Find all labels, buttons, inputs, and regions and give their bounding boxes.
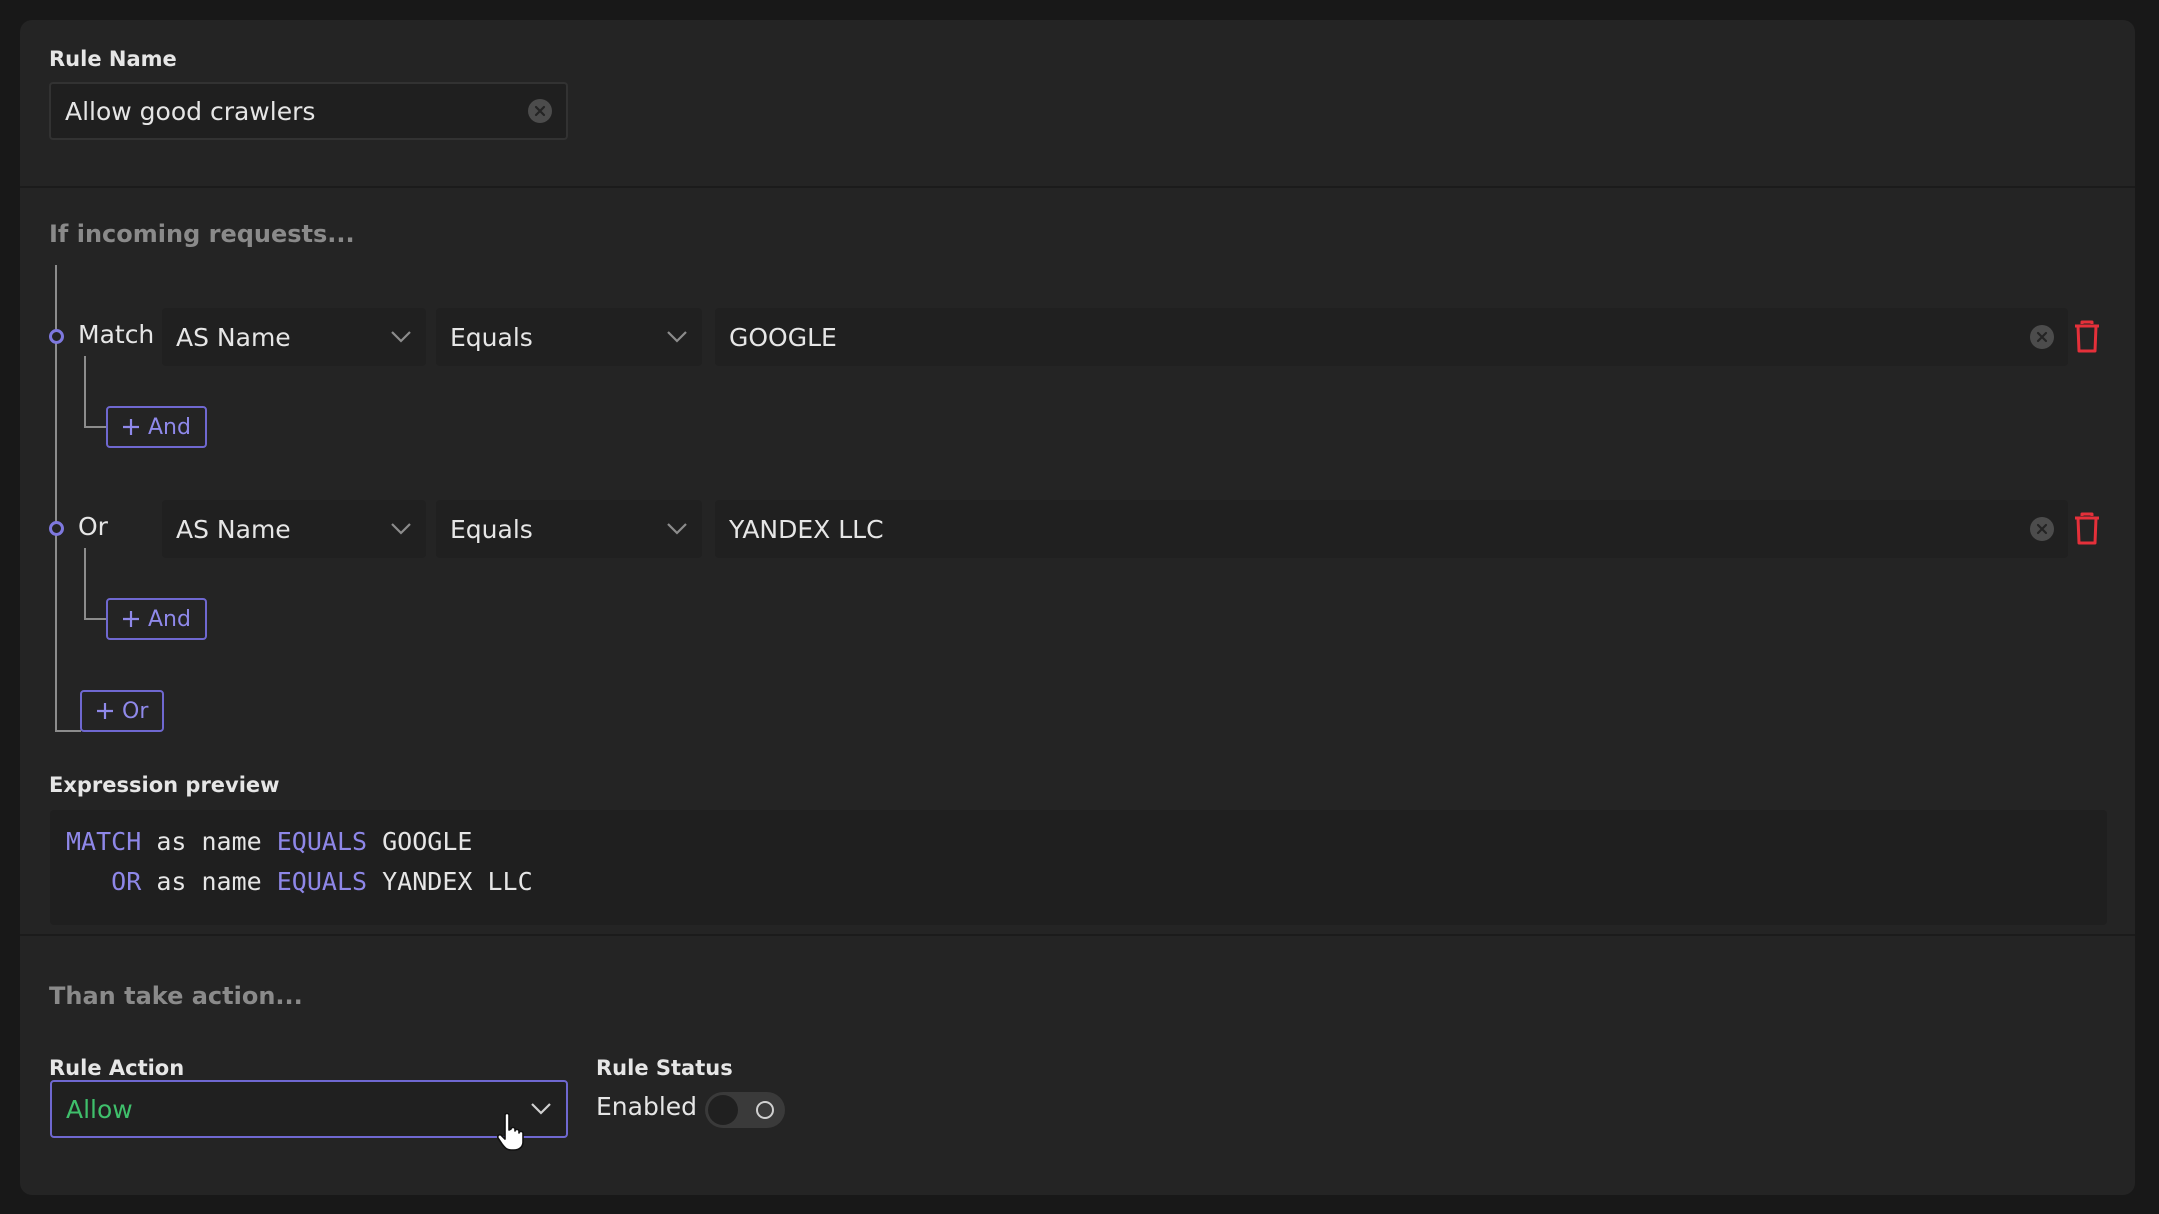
expression-operator: EQUALS — [276, 867, 368, 896]
add-and-button[interactable]: And — [106, 406, 207, 448]
add-or-label: Or — [122, 698, 149, 724]
expression-value: GOOGLE — [382, 827, 473, 856]
chevron-down-icon — [667, 523, 687, 535]
expression-line: MATCH as name EQUALS GOOGLE — [66, 822, 2091, 862]
conditions-heading: If incoming requests... — [49, 220, 355, 248]
expression-preview-label: Expression preview — [49, 773, 280, 797]
expression-field: as name — [156, 827, 262, 856]
plus-icon — [97, 703, 113, 719]
expression-value: YANDEX LLC — [382, 867, 533, 896]
condition-value-input[interactable]: GOOGLE — [715, 308, 2068, 366]
clear-icon[interactable] — [528, 99, 552, 123]
expression-preview: MATCH as name EQUALS GOOGLE OR as name E… — [50, 810, 2107, 925]
rule-name-value: Allow good crawlers — [65, 96, 316, 126]
condition-operator-value: Equals — [450, 322, 533, 352]
clear-icon[interactable] — [2030, 517, 2054, 541]
rule-status-toggle[interactable] — [705, 1092, 785, 1128]
trash-icon[interactable] — [2073, 320, 2101, 354]
chevron-down-icon — [667, 331, 687, 343]
plus-icon — [123, 611, 139, 627]
expression-line: OR as name EQUALS YANDEX LLC — [66, 862, 2091, 902]
tree-line — [84, 426, 106, 428]
condition-node-dot — [49, 521, 64, 536]
chevron-down-icon — [391, 523, 411, 535]
add-and-button[interactable]: And — [106, 598, 207, 640]
rule-status-value: Enabled — [596, 1092, 698, 1121]
rule-action-value: Allow — [66, 1094, 133, 1124]
rule-editor-card: Rule Name Allow good crawlers If incomin… — [20, 20, 2135, 1195]
toggle-knob — [708, 1095, 738, 1125]
condition-keyword: Or — [78, 512, 108, 541]
condition-operator-select[interactable]: Equals — [436, 308, 702, 366]
condition-value: YANDEX LLC — [729, 514, 884, 544]
expression-operator: EQUALS — [276, 827, 368, 856]
rule-name-label: Rule Name — [49, 47, 177, 71]
tree-line — [84, 356, 86, 428]
tree-line — [55, 730, 81, 732]
condition-operator-value: Equals — [450, 514, 533, 544]
condition-field-select[interactable]: AS Name — [162, 308, 426, 366]
rule-status-label: Rule Status — [596, 1056, 733, 1080]
toggle-off-indicator — [756, 1101, 774, 1119]
expression-keyword: OR — [111, 867, 142, 896]
condition-field-select[interactable]: AS Name — [162, 500, 426, 558]
action-heading: Than take action... — [49, 982, 303, 1010]
expression-field: as name — [156, 867, 262, 896]
rule-name-input[interactable]: Allow good crawlers — [49, 82, 568, 140]
tree-line — [84, 618, 106, 620]
chevron-down-icon — [531, 1103, 551, 1115]
condition-keyword: Match — [78, 320, 155, 349]
chevron-down-icon — [391, 331, 411, 343]
condition-field-value: AS Name — [176, 322, 291, 352]
rule-action-select[interactable]: Allow — [50, 1080, 568, 1138]
condition-value: GOOGLE — [729, 322, 837, 352]
condition-field-value: AS Name — [176, 514, 291, 544]
condition-node-dot — [49, 329, 64, 344]
condition-value-input[interactable]: YANDEX LLC — [715, 500, 2068, 558]
add-and-label: And — [148, 606, 191, 632]
add-and-label: And — [148, 414, 191, 440]
pointer-cursor-icon — [496, 1112, 524, 1151]
condition-operator-select[interactable]: Equals — [436, 500, 702, 558]
plus-icon — [123, 419, 139, 435]
divider — [20, 186, 2135, 188]
add-or-button[interactable]: Or — [80, 690, 165, 732]
tree-line — [84, 548, 86, 620]
divider — [20, 934, 2135, 936]
clear-icon[interactable] — [2030, 325, 2054, 349]
rule-action-label: Rule Action — [49, 1056, 185, 1080]
expression-keyword: MATCH — [66, 827, 142, 856]
trash-icon[interactable] — [2073, 512, 2101, 546]
